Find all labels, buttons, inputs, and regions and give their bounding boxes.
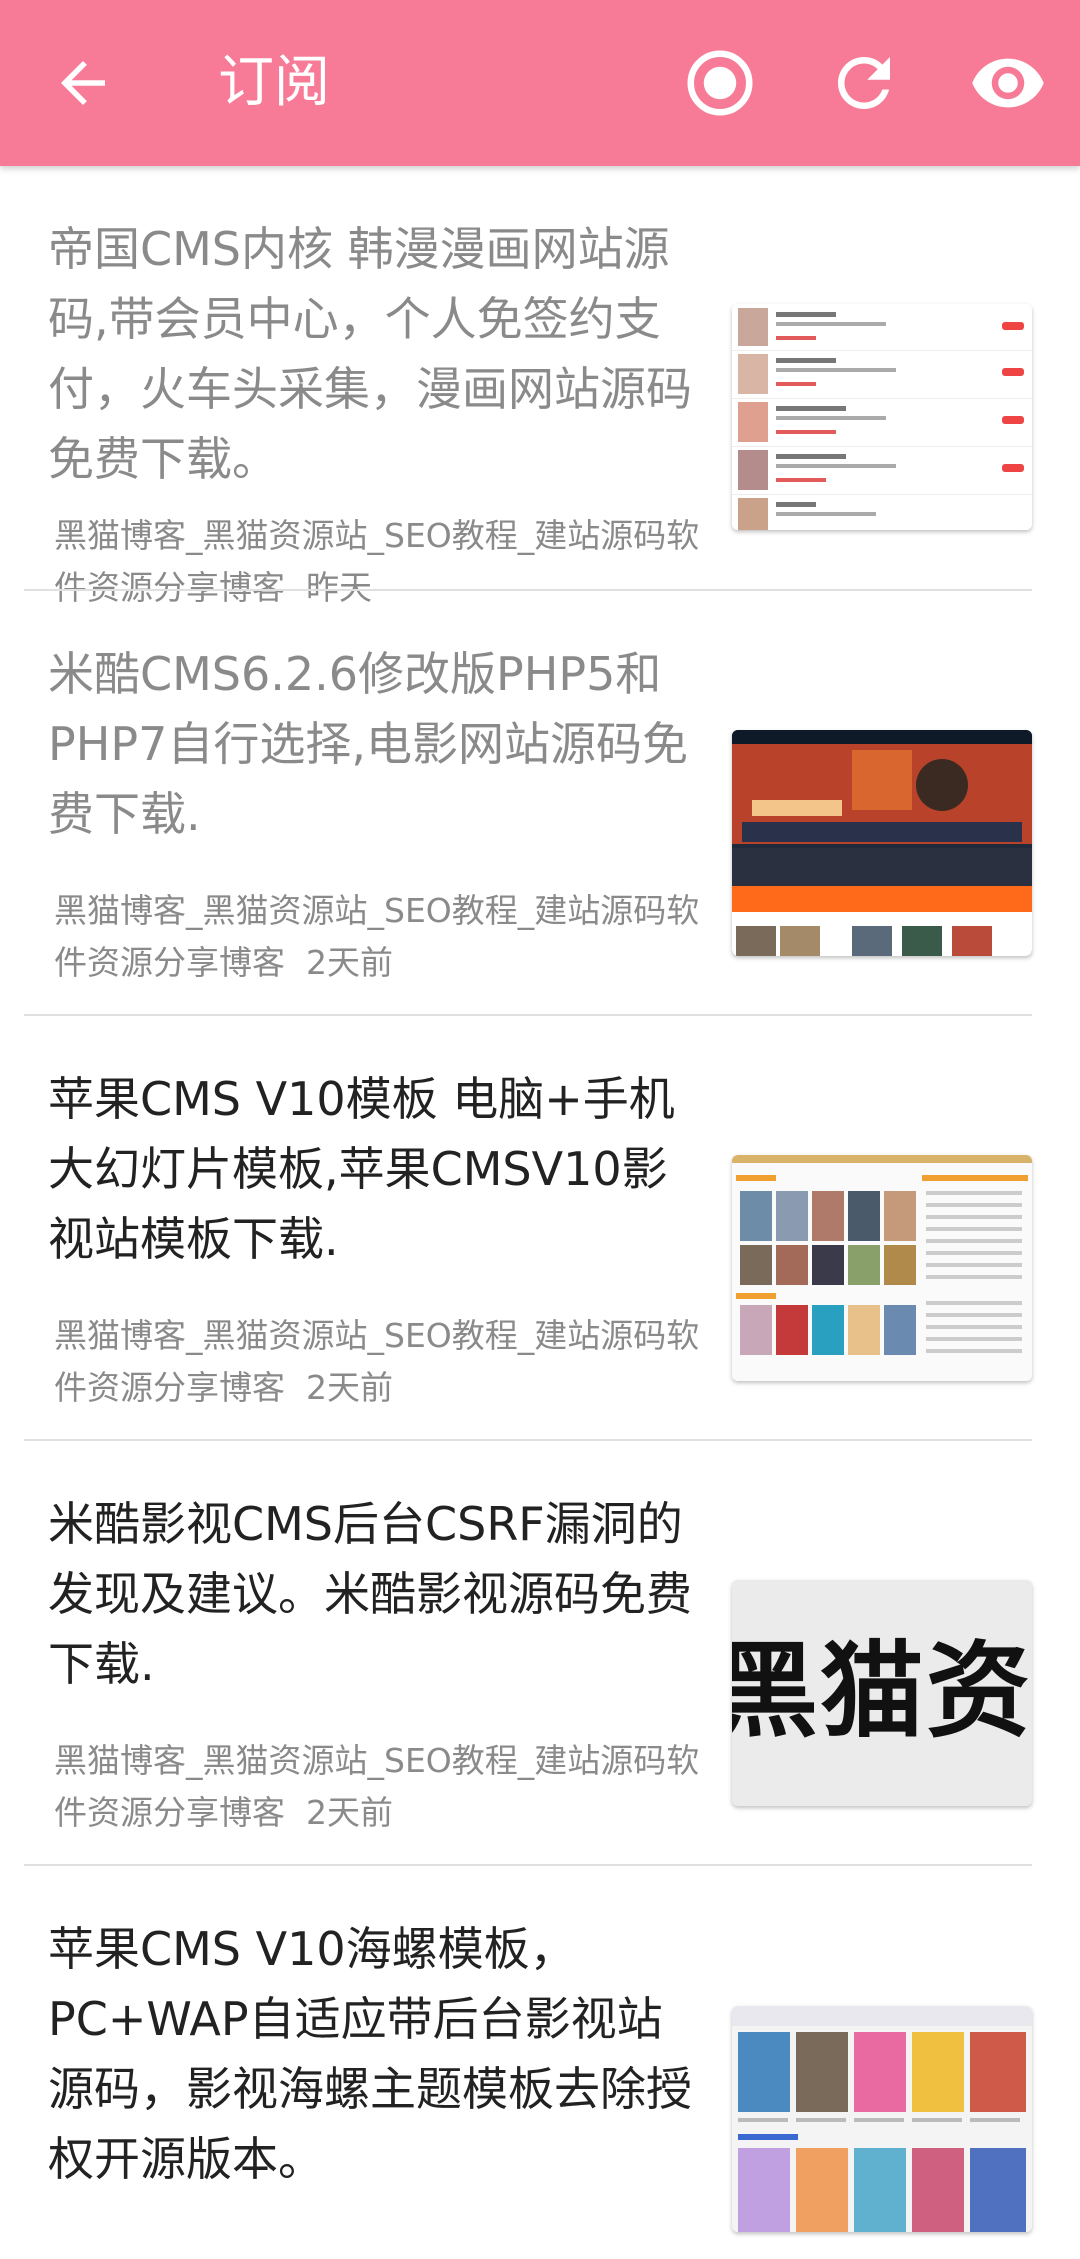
- list-item[interactable]: 米酷影视CMS后台CSRF漏洞的发现及建议。米酷影视源码免费下载. 黑猫博客_黑…: [0, 1441, 1080, 1866]
- article-time: 2天前: [305, 1793, 393, 1832]
- article-thumbnail: [732, 2006, 1032, 2232]
- back-arrow-icon[interactable]: [50, 50, 116, 116]
- article-thumbnail: 黑猫资源: [732, 1580, 1032, 1806]
- article-thumbnail: [732, 730, 1032, 956]
- article-time: 2天前: [305, 943, 393, 982]
- article-meta: 黑猫博客_黑猫资源站_SEO教程_建站源码软件资源分享博客 2天前: [54, 885, 714, 989]
- article-thumbnail: [732, 304, 1032, 530]
- list-item[interactable]: 米酷CMS6.2.6修改版PHP5和PHP7自行选择,电影网站源码免费下载. 黑…: [0, 591, 1080, 1016]
- list-item[interactable]: 苹果CMS V10模板 电脑+手机大幻灯片模板,苹果CMSV10影视站模板下载.…: [0, 1016, 1080, 1441]
- article-meta: 黑猫博客_黑猫资源站_SEO教程_建站源码软件资源分享博客 2天前: [54, 1735, 714, 1839]
- record-icon[interactable]: [681, 44, 759, 122]
- article-title: 帝国CMS内核 韩漫漫画网站源码,带会员中心，个人免签约支付，火车头采集，漫画网…: [48, 222, 692, 486]
- article-list: 帝国CMS内核 韩漫漫画网站源码,带会员中心，个人免签约支付，火车头采集，漫画网…: [0, 166, 1080, 2232]
- eye-icon[interactable]: [969, 44, 1047, 122]
- app-bar: 订阅: [0, 0, 1080, 166]
- article-title: 米酷影视CMS后台CSRF漏洞的发现及建议。米酷影视源码免费下载.: [48, 1497, 692, 1691]
- article-title: 苹果CMS V10模板 电脑+手机大幻灯片模板,苹果CMSV10影视站模板下载.: [48, 1072, 675, 1266]
- article-title: 米酷CMS6.2.6修改版PHP5和PHP7自行选择,电影网站源码免费下载.: [48, 647, 688, 841]
- refresh-icon[interactable]: [825, 44, 903, 122]
- article-time: 2天前: [305, 1368, 393, 1407]
- page-title: 订阅: [218, 50, 330, 115]
- article-title: 苹果CMS V10海螺模板，PC+WAP自适应带后台影视站源码，影视海螺主题模板…: [48, 1922, 692, 2186]
- article-thumbnail: [732, 1155, 1032, 1381]
- thumbnail-logo-text: 黑猫资源: [732, 1630, 1032, 1752]
- list-item[interactable]: 帝国CMS内核 韩漫漫画网站源码,带会员中心，个人免签约支付，火车头采集，漫画网…: [0, 166, 1080, 607]
- list-item[interactable]: 苹果CMS V10海螺模板，PC+WAP自适应带后台影视站源码，影视海螺主题模板…: [0, 1866, 1080, 2232]
- article-meta: 黑猫博客_黑猫资源站_SEO教程_建站源码软件资源分享博客 2天前: [54, 1310, 714, 1414]
